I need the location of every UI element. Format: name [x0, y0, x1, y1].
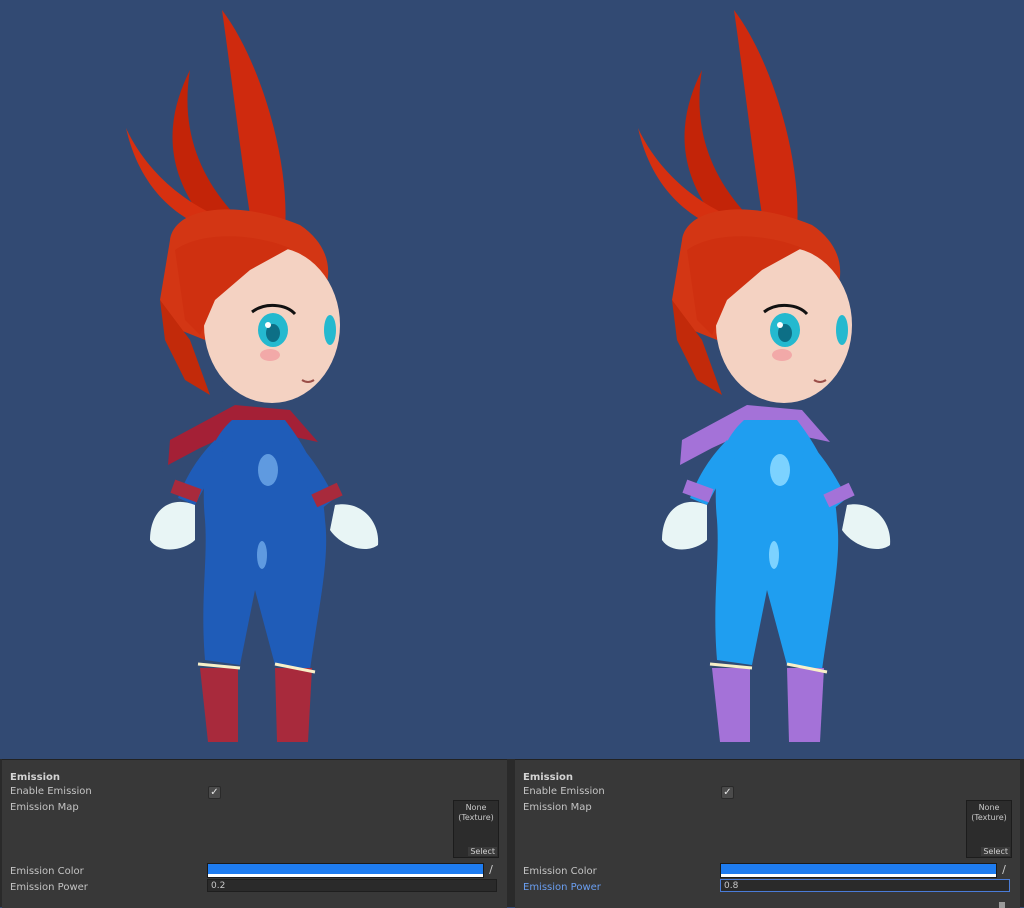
emission-color-alpha [208, 874, 483, 877]
scene-viewport-left[interactable] [0, 0, 512, 755]
character-model-high-emission [638, 10, 891, 742]
emission-color-label: Emission Color [10, 866, 84, 877]
texture-value: None [978, 803, 1000, 812]
emission-map-label: Emission Map [523, 802, 592, 813]
clipped-control [999, 902, 1005, 908]
enable-emission-label: Enable Emission [10, 786, 92, 797]
character-model-low-emission [126, 10, 379, 742]
texture-value: None [465, 803, 487, 812]
emission-power-label: Emission Power [10, 882, 88, 893]
emission-power-field[interactable]: 0.8 [720, 879, 1010, 892]
texture-type: (Texture) [971, 813, 1007, 822]
emission-color-label: Emission Color [523, 866, 597, 877]
emission-color-field[interactable] [207, 863, 484, 878]
emission-map-slot[interactable]: None (Texture) Select [966, 800, 1012, 858]
emission-color-field[interactable] [720, 863, 997, 878]
enable-emission-checkbox[interactable]: ✓ [721, 786, 734, 799]
enable-emission-checkbox[interactable]: ✓ [208, 786, 221, 799]
emission-color-swatch [721, 864, 996, 874]
emission-map-label: Emission Map [10, 802, 79, 813]
texture-select-button[interactable]: Select [981, 847, 1010, 856]
inspector-divider [507, 759, 515, 907]
emission-color-swatch [208, 864, 483, 874]
inspector-edge [1020, 759, 1024, 907]
emission-panel-right: Emission Enable Emission ✓ Emission Map … [515, 759, 1020, 908]
emission-power-label: Emission Power [523, 882, 601, 893]
eyedropper-icon[interactable]: ∕ [484, 863, 498, 877]
emission-power-field[interactable]: 0.2 [207, 879, 497, 892]
section-title: Emission [523, 772, 573, 783]
emission-map-slot[interactable]: None (Texture) Select [453, 800, 499, 858]
section-title: Emission [10, 772, 60, 783]
emission-panel-left: Emission Enable Emission ✓ Emission Map … [2, 759, 507, 908]
eyedropper-icon[interactable]: ∕ [997, 863, 1011, 877]
enable-emission-label: Enable Emission [523, 786, 605, 797]
texture-select-button[interactable]: Select [468, 847, 497, 856]
scene-viewport-right[interactable] [512, 0, 1024, 755]
emission-color-alpha [721, 874, 996, 877]
texture-type: (Texture) [458, 813, 494, 822]
viewport-divider [511, 0, 513, 755]
